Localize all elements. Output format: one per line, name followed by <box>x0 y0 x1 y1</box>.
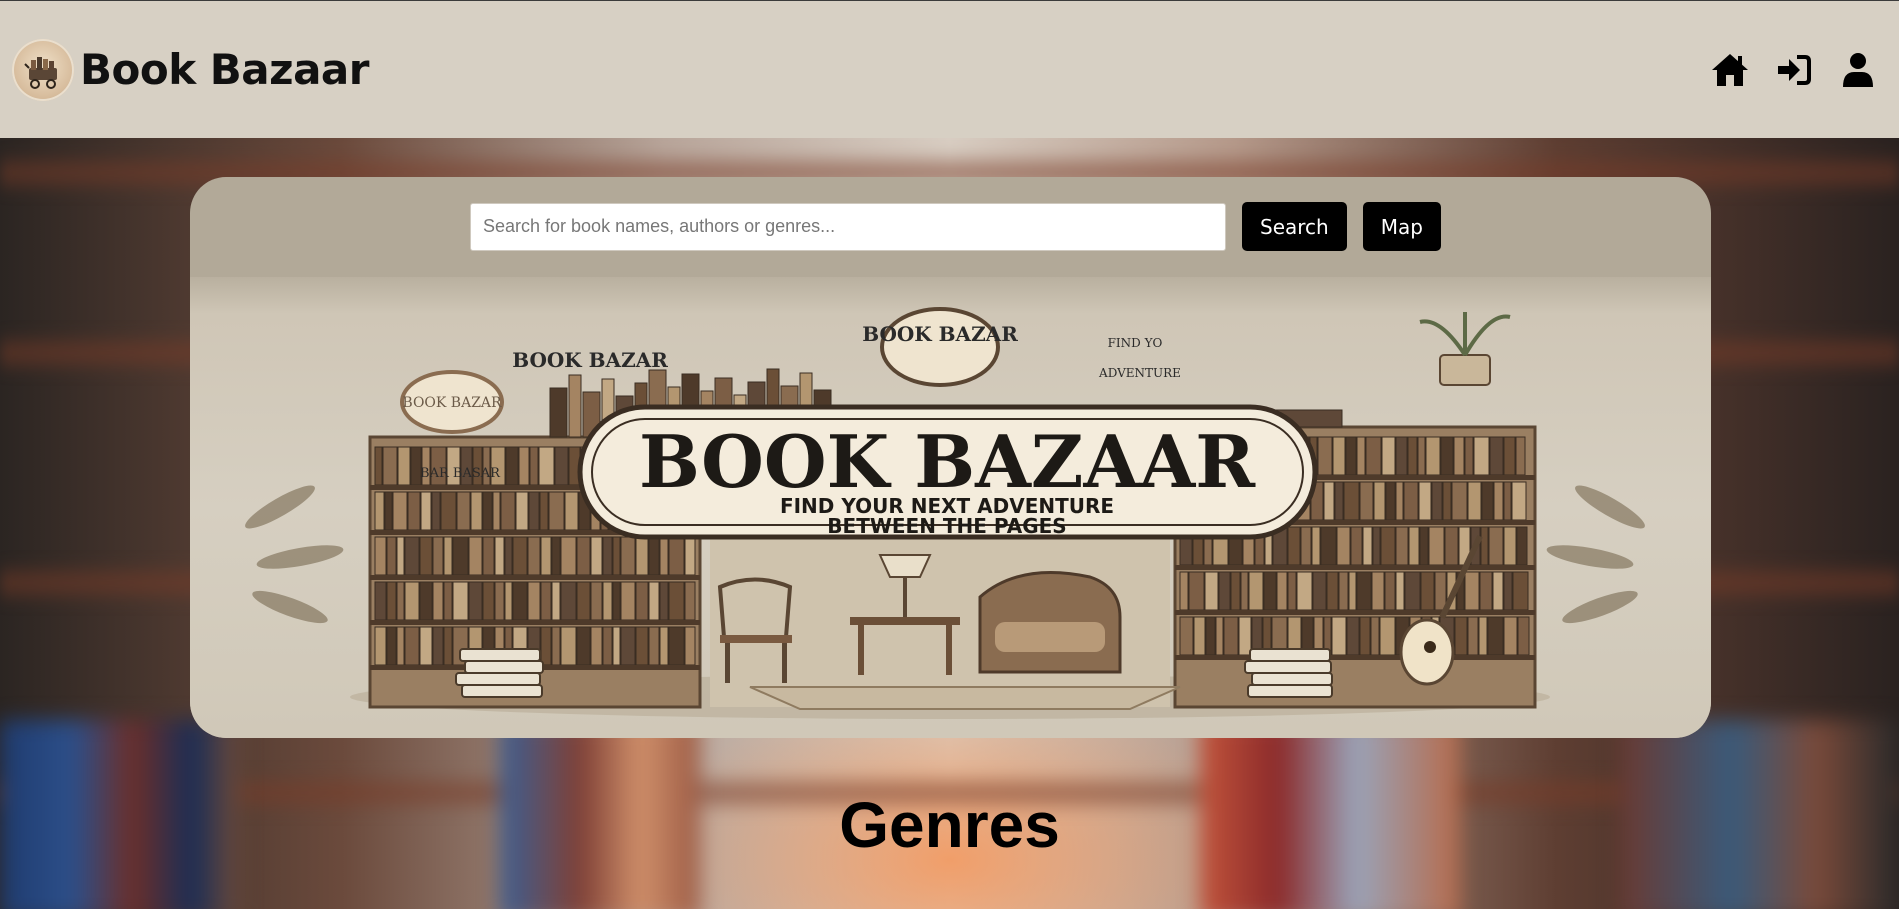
stack-sign-line2: ADVENTURE <box>1098 366 1181 380</box>
brand-name: Book Bazaar <box>80 45 369 94</box>
genres-heading: Genres <box>839 789 1060 861</box>
stack-sign-line1: FIND YO <box>1108 336 1163 350</box>
left-sign-text: BOOK BAZAR <box>512 348 668 372</box>
book-cart-logo-icon <box>12 38 74 101</box>
search-bar: Search Map <box>470 202 1441 251</box>
home-icon[interactable] <box>1711 51 1749 89</box>
search-button[interactable]: Search <box>1242 202 1347 251</box>
top-sign-text: BOOK BAZAR <box>862 322 1018 346</box>
top-header: Book Bazaar <box>0 0 1899 138</box>
book-bazaar-banner-image: BOOK BAZAR BOOK BAZAR BOOK BAZAR BAR BAS… <box>190 277 1711 738</box>
banner-tagline-line2: BETWEEN THE PAGES <box>827 514 1066 538</box>
header-nav <box>1711 51 1887 89</box>
oval-sign-text: BOOK BAZAR <box>402 395 502 411</box>
user-icon[interactable] <box>1839 51 1877 89</box>
banner-title: BOOK BAZAAR <box>639 419 1256 504</box>
small-sign-text: BAR BASAR <box>420 466 501 481</box>
brand[interactable]: Book Bazaar <box>12 38 369 101</box>
map-button[interactable]: Map <box>1362 202 1441 251</box>
search-input[interactable] <box>470 202 1226 251</box>
sign-in-icon[interactable] <box>1775 51 1813 89</box>
hero-card: Search Map <box>190 177 1711 738</box>
